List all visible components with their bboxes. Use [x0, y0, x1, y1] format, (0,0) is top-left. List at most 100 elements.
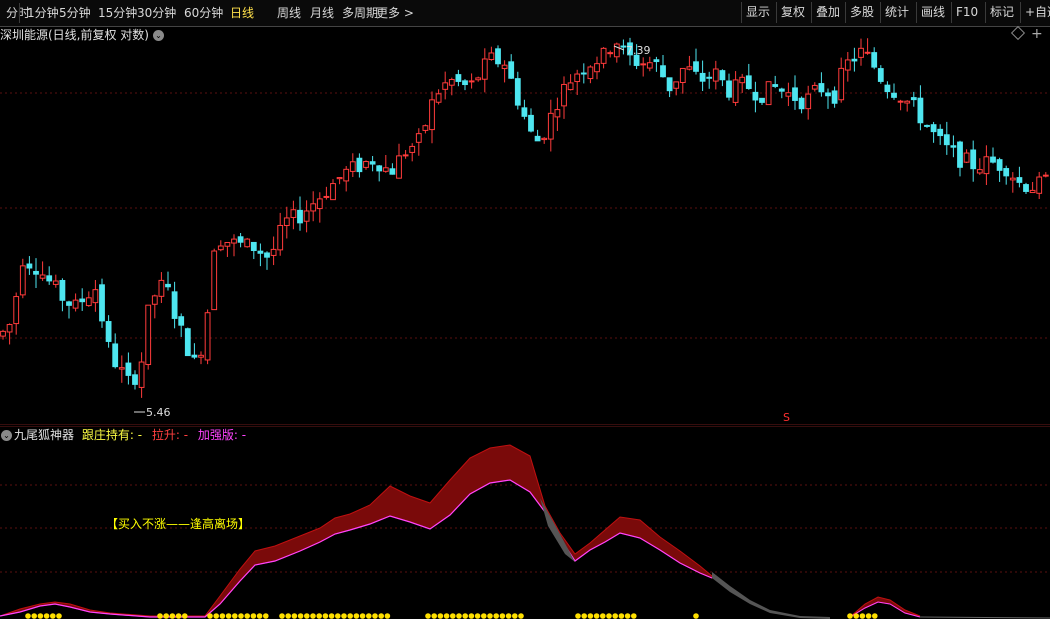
signal-dot: [859, 613, 866, 619]
candle: [237, 232, 244, 248]
signal-dot: [43, 613, 50, 619]
candle: [19, 258, 26, 299]
candle: [455, 69, 462, 87]
signal-dot: [600, 613, 606, 619]
period-tab-2[interactable]: 5分钟: [59, 3, 91, 23]
candle: [257, 243, 264, 267]
candle: [646, 56, 653, 72]
candle: [231, 234, 237, 257]
candle: [145, 304, 152, 370]
indicator-title: ⌄ 九尾狐神器 跟庄持有: - 拉升: - 加强版: -: [0, 427, 246, 443]
candle: [52, 274, 59, 288]
period-tab-5[interactable]: 60分钟: [184, 3, 223, 23]
candle: [211, 248, 218, 311]
toolbar-button-5[interactable]: 画线: [916, 2, 949, 23]
candle: [752, 81, 759, 113]
signal-dot: [291, 613, 298, 619]
indicator-baseline: [919, 616, 1050, 619]
candle: [99, 278, 105, 328]
candle: [79, 288, 86, 311]
candle: [838, 57, 845, 103]
toolbar-button-3[interactable]: 多股: [845, 2, 878, 23]
candle: [125, 352, 132, 385]
signal-dot: [335, 613, 341, 619]
candle: [811, 82, 818, 92]
candle: [475, 76, 482, 82]
candle: [712, 60, 719, 90]
signal-dot: [322, 613, 329, 619]
signal-dot: [872, 613, 878, 619]
toolbar-button-1[interactable]: 复权: [776, 2, 809, 23]
candle: [1023, 182, 1029, 194]
signal-dot: [238, 613, 244, 619]
signal-dot: [279, 613, 285, 619]
candle: [693, 48, 699, 75]
signal-dot: [285, 613, 292, 619]
candle: [402, 149, 409, 159]
candle: [138, 352, 145, 398]
candle: [904, 100, 911, 112]
candle: [547, 99, 554, 152]
candle: [785, 82, 792, 107]
candle: [1036, 171, 1043, 200]
toolbar-button-6[interactable]: F10: [951, 2, 982, 23]
candle: [910, 91, 917, 107]
toolbar-button-4[interactable]: 统计: [880, 2, 913, 23]
candle: [607, 50, 614, 58]
candle: [224, 242, 231, 257]
candle: [950, 135, 957, 158]
candle: [158, 272, 165, 303]
candle: [66, 300, 72, 319]
period-tab-8[interactable]: 月线: [310, 3, 334, 23]
period-tab-1[interactable]: 1分钟: [27, 3, 59, 23]
candle: [501, 60, 508, 83]
candle: [376, 165, 383, 182]
candle: [521, 99, 528, 120]
candle: [580, 63, 587, 84]
candle: [198, 351, 204, 365]
candle: [1009, 172, 1016, 193]
chevron-down-icon[interactable]: ⌄: [1, 430, 12, 441]
candle: [250, 241, 257, 260]
indicator-line3: 加强版: -: [197, 428, 247, 442]
candle: [983, 145, 990, 186]
candle: [844, 51, 851, 82]
period-tab-4[interactable]: 30分钟: [137, 3, 176, 23]
candle: [1003, 165, 1010, 185]
candle: [363, 160, 369, 170]
toolbar-button-8[interactable]: +自选: [1020, 2, 1050, 23]
candle: [587, 65, 594, 84]
period-tab-9[interactable]: 多周期: [342, 3, 378, 23]
candle: [897, 99, 904, 111]
signal-dot: [865, 613, 872, 619]
period-tab-7[interactable]: 周线: [277, 3, 301, 23]
candle: [422, 124, 429, 134]
sell-marker: S: [783, 411, 790, 424]
candle: [46, 266, 53, 285]
signal-dot: [328, 613, 335, 619]
signal-dot: [213, 613, 219, 619]
candle: [877, 65, 884, 84]
signal-dot: [618, 613, 625, 619]
candle: [613, 42, 620, 63]
signal-dot: [575, 613, 581, 619]
candle: [178, 313, 185, 337]
signal-dot: [518, 613, 524, 619]
candle: [772, 75, 779, 89]
period-tab-10[interactable]: 更多 >: [376, 3, 414, 23]
signal-dot: [606, 613, 612, 619]
toolbar-button-2[interactable]: 叠加: [811, 2, 844, 23]
candlestick-chart[interactable]: 7.39 5.46: [0, 27, 1050, 425]
candle: [825, 88, 831, 109]
period-tab-6[interactable]: 日线: [230, 3, 254, 23]
signal-dot: [56, 613, 62, 619]
candle: [864, 38, 871, 55]
toolbar-button-0[interactable]: 显示: [741, 2, 774, 23]
candle: [686, 55, 693, 71]
signal-dot: [207, 613, 213, 619]
toolbar-button-7[interactable]: 标记: [985, 2, 1018, 23]
candle: [706, 71, 713, 89]
candle: [891, 83, 897, 100]
period-tab-3[interactable]: 15分钟: [98, 3, 137, 23]
signal-dot: [175, 613, 182, 619]
